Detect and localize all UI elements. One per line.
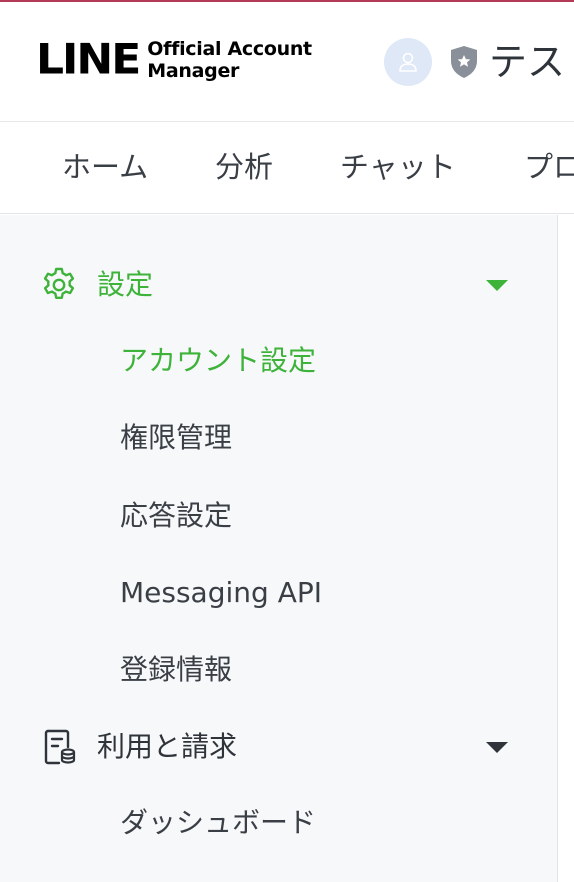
logo-subtitle-line1: Official Account xyxy=(147,38,312,60)
sidebar-item-registration-info[interactable]: 登録情報 xyxy=(120,652,232,688)
sidebar-item-messaging-api[interactable]: Messaging API xyxy=(120,575,322,611)
billing-document-icon xyxy=(44,729,76,765)
shield-star-icon xyxy=(451,46,477,78)
line-oa-manager-logo[interactable]: LINE Official Account Manager xyxy=(36,38,312,82)
header: LINE Official Account Manager テスト xyxy=(0,2,574,122)
sidebar-item-dashboard[interactable]: ダッシュボード xyxy=(120,805,316,841)
gear-icon xyxy=(43,267,75,299)
sidebar-section-label: 利用と請求 xyxy=(97,730,238,763)
sidebar-section-settings[interactable]: 設定 xyxy=(0,255,558,315)
tab-chat[interactable]: チャット xyxy=(340,149,456,185)
sidebar-item-account-settings[interactable]: アカウント設定 xyxy=(120,343,316,379)
main-nav: ホーム 分析 チャット プロ xyxy=(0,123,574,214)
tab-profile[interactable]: プロ xyxy=(524,149,574,185)
logo-subtitle: Official Account Manager xyxy=(147,38,312,82)
sidebar: 設定 アカウント設定 権限管理 応答設定 Messaging API 登録情報 … xyxy=(0,215,558,882)
account-avatar[interactable] xyxy=(384,38,432,86)
sidebar-item-response-settings[interactable]: 応答設定 xyxy=(120,498,232,534)
tab-analytics[interactable]: 分析 xyxy=(215,149,273,185)
chevron-down-icon xyxy=(486,742,508,753)
account-name[interactable]: テスト xyxy=(489,38,574,86)
sidebar-section-billing[interactable]: 利用と請求 xyxy=(0,717,558,777)
tab-home[interactable]: ホーム xyxy=(62,149,148,185)
user-icon xyxy=(399,52,417,72)
sidebar-item-permissions[interactable]: 権限管理 xyxy=(120,420,232,456)
chevron-down-icon xyxy=(486,280,508,291)
logo-subtitle-line2: Manager xyxy=(147,60,240,82)
main-content-area xyxy=(559,215,574,882)
logo-wordmark: LINE xyxy=(36,35,141,84)
page: LINE Official Account Manager テスト ホーム 分析… xyxy=(0,0,574,882)
sidebar-section-label: 設定 xyxy=(97,268,154,301)
